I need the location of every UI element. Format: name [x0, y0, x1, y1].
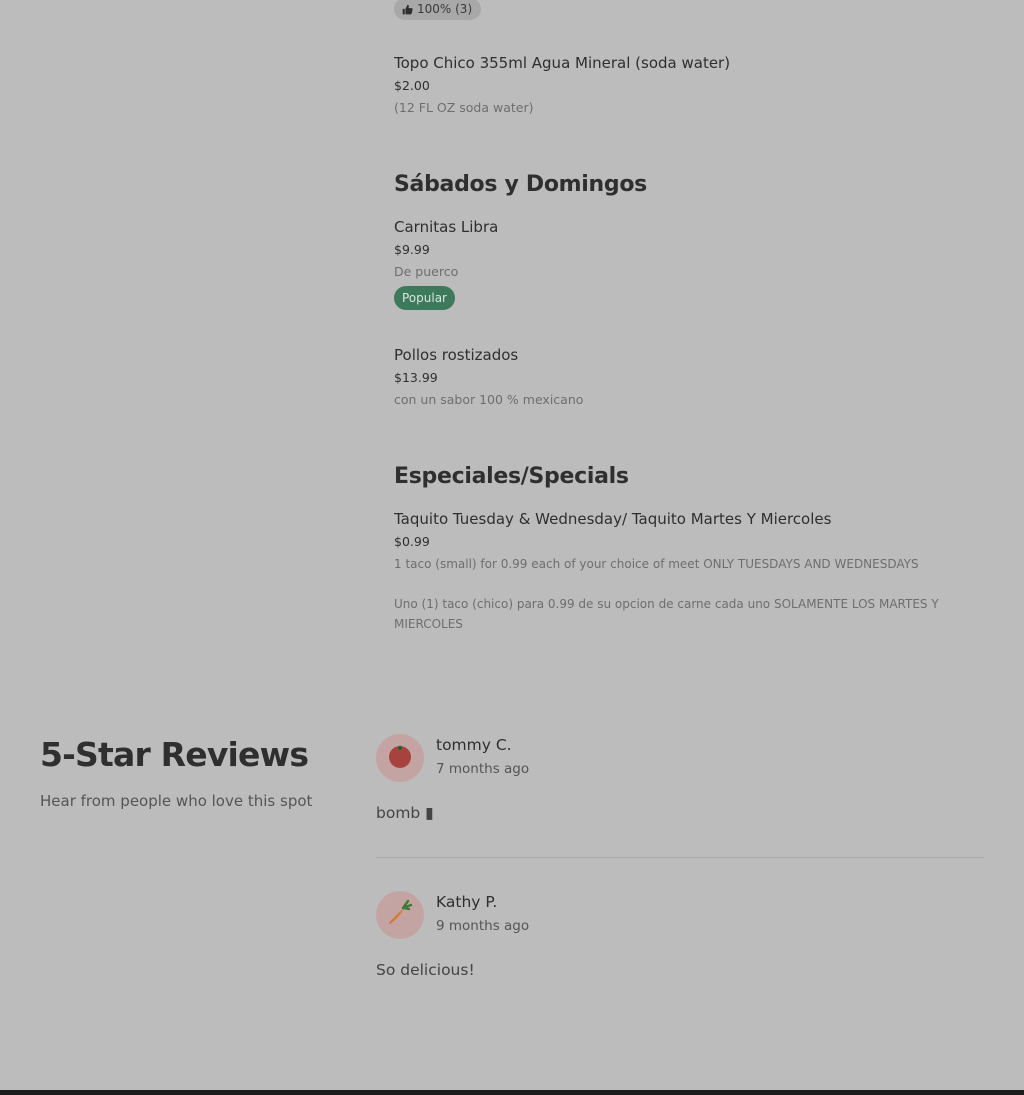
reviews-heading: 5-Star Reviews — [40, 735, 309, 774]
menu-item-carnitas[interactable]: Carnitas Libra $9.99 De puerco Popular — [394, 217, 994, 310]
item-description: De puerco — [394, 264, 459, 279]
rating-pill: 100% (3) — [394, 0, 482, 20]
review-time: 9 months ago — [436, 918, 530, 934]
item-name: Pollos rostizados — [394, 346, 519, 364]
item-price: $9.99 — [394, 242, 430, 257]
avatar[interactable] — [376, 891, 424, 939]
tomato-icon — [387, 743, 413, 773]
reviews-subtitle: Hear from people who love this spot — [40, 792, 313, 810]
menu-item-pollos[interactable]: Pollos rostizados $13.99 con un sabor 10… — [394, 345, 994, 410]
item-name: Taquito Tuesday & Wednesday/ Taquito Mar… — [394, 510, 832, 528]
carrot-icon — [385, 898, 415, 932]
menu-item-taquito[interactable]: Taquito Tuesday & Wednesday/ Taquito Mar… — [394, 509, 994, 634]
reviewer-name[interactable]: Kathy P. — [436, 891, 497, 913]
item-price: $13.99 — [394, 370, 438, 385]
reviewer-name[interactable]: tommy C. — [436, 734, 512, 756]
review-divider — [376, 857, 984, 858]
item-description-spanish: Uno (1) taco (chico) para 0.99 de su opc… — [394, 597, 939, 631]
section-title-specials: Especiales/Specials — [394, 464, 629, 489]
item-name: Topo Chico 355ml Agua Mineral (soda wate… — [394, 54, 731, 72]
rating-text: 100% (3) — [417, 2, 473, 16]
item-price: $0.99 — [394, 534, 430, 549]
item-description: 1 taco (small) for 0.99 each of your cho… — [394, 557, 919, 571]
popular-badge: Popular — [394, 286, 455, 310]
footer-edge — [0, 1090, 1024, 1095]
item-price: $2.00 — [394, 78, 430, 93]
item-description: (12 FL OZ soda water) — [394, 100, 534, 115]
review-text: So delicious! — [376, 961, 475, 979]
item-description: con un sabor 100 % mexicano — [394, 392, 584, 407]
item-name: Carnitas Libra — [394, 218, 499, 236]
menu-item-topo-chico[interactable]: Topo Chico 355ml Agua Mineral (soda wate… — [394, 53, 994, 118]
section-title-weekend: Sábados y Domingos — [394, 172, 647, 197]
thumbs-up-icon — [402, 4, 413, 15]
avatar[interactable] — [376, 734, 424, 782]
review-time: 7 months ago — [436, 761, 530, 777]
review-text: bomb ▮ — [376, 804, 434, 822]
